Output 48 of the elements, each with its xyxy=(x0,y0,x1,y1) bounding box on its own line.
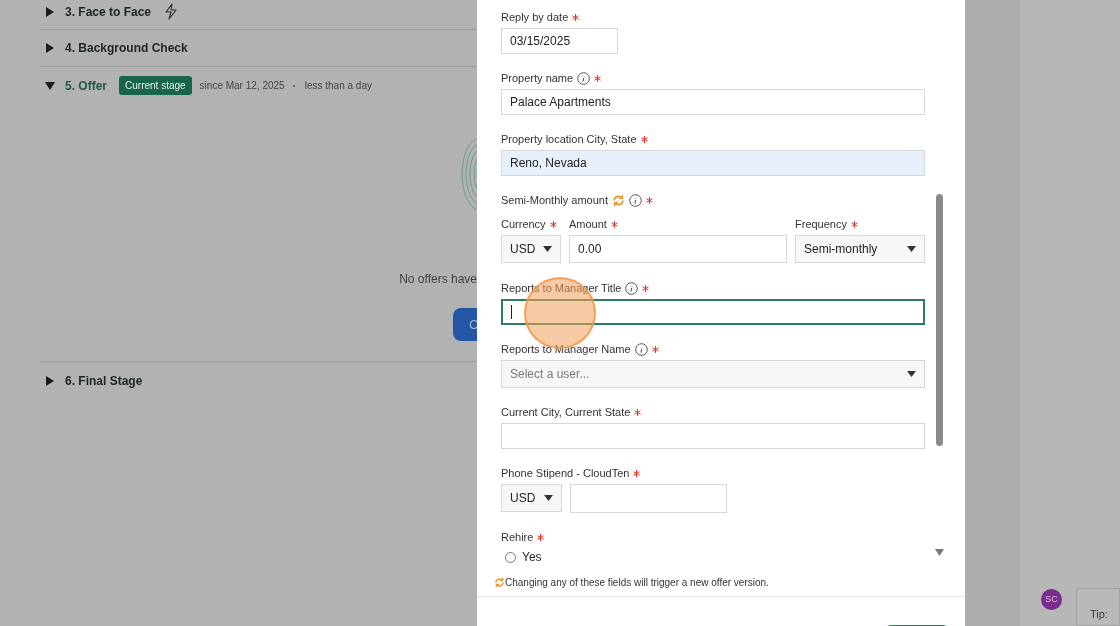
stage-title[interactable]: 5. Offer xyxy=(65,76,107,95)
option-label: Yes xyxy=(522,549,542,566)
refresh-icon xyxy=(494,575,505,589)
tip-text: Tip: xyxy=(1076,588,1120,626)
expand-triangle-icon[interactable] xyxy=(45,6,55,17)
caret-icon xyxy=(907,371,916,377)
stage-row[interactable]: 4. Background Check xyxy=(40,30,477,67)
select-field[interactable]: Semi-monthly xyxy=(795,235,925,263)
input-field[interactable]: 0.00 xyxy=(569,235,787,263)
stage-row[interactable]: 6. Final Stage xyxy=(40,362,477,399)
user-avatar: SC xyxy=(1041,589,1062,610)
field-label: Rehire xyxy=(501,530,534,544)
field-label: Semi-Monthly amount xyxy=(501,193,608,207)
field-label: Phone Stipend - CloudTen xyxy=(501,466,630,480)
scroll-down-arrow-icon xyxy=(935,549,944,556)
field-label: Currency xyxy=(501,217,546,231)
stage-title[interactable]: 6. Final Stage xyxy=(65,371,143,390)
stage-title[interactable]: 3. Face to Face xyxy=(65,2,152,21)
expand-triangle-icon[interactable] xyxy=(45,375,55,386)
input-field[interactable]: Palace Apartments xyxy=(501,89,925,115)
field-label: Current City, Current State xyxy=(501,405,631,419)
stage-since: since Mar 12, 2025 xyxy=(199,79,285,93)
field-label: Frequency xyxy=(795,217,847,231)
version-note: Changing any of these fields will trigger a new offer version. xyxy=(505,575,769,590)
text-cursor xyxy=(511,305,512,319)
stage-row[interactable]: 3. Face to Face xyxy=(40,0,477,30)
select-field[interactable]: Select a user... xyxy=(501,360,925,388)
field-label: Property name xyxy=(501,71,574,85)
caret-icon xyxy=(543,246,552,252)
select-field[interactable]: USD xyxy=(501,484,562,512)
scrollbar-thumb[interactable] xyxy=(936,194,943,446)
field-label: Reply by date xyxy=(501,10,569,24)
field-label: Reports to Manager Name xyxy=(501,342,631,356)
stage-row[interactable]: 5. Offer Current stage since Mar 12, 2025 less than a day xyxy=(40,67,477,104)
input-field[interactable]: 03/15/2025 xyxy=(501,28,618,54)
caret-icon xyxy=(907,246,916,252)
stage-title[interactable]: 4. Background Check xyxy=(65,39,188,57)
field-label: Amount xyxy=(569,217,607,231)
stage-duration: less than a day xyxy=(304,79,372,93)
collapse-triangle-icon[interactable] xyxy=(45,80,55,91)
select-field[interactable]: USD xyxy=(501,235,561,263)
caret-icon xyxy=(544,495,553,501)
field-label: Property location City, State xyxy=(501,132,637,146)
input-field[interactable]: Reno, Nevada xyxy=(501,150,925,176)
empty-message: No offers have xyxy=(399,271,477,288)
input-field[interactable] xyxy=(501,299,925,325)
expand-triangle-icon[interactable] xyxy=(45,43,55,53)
stage-badge: Current stage xyxy=(119,76,192,95)
